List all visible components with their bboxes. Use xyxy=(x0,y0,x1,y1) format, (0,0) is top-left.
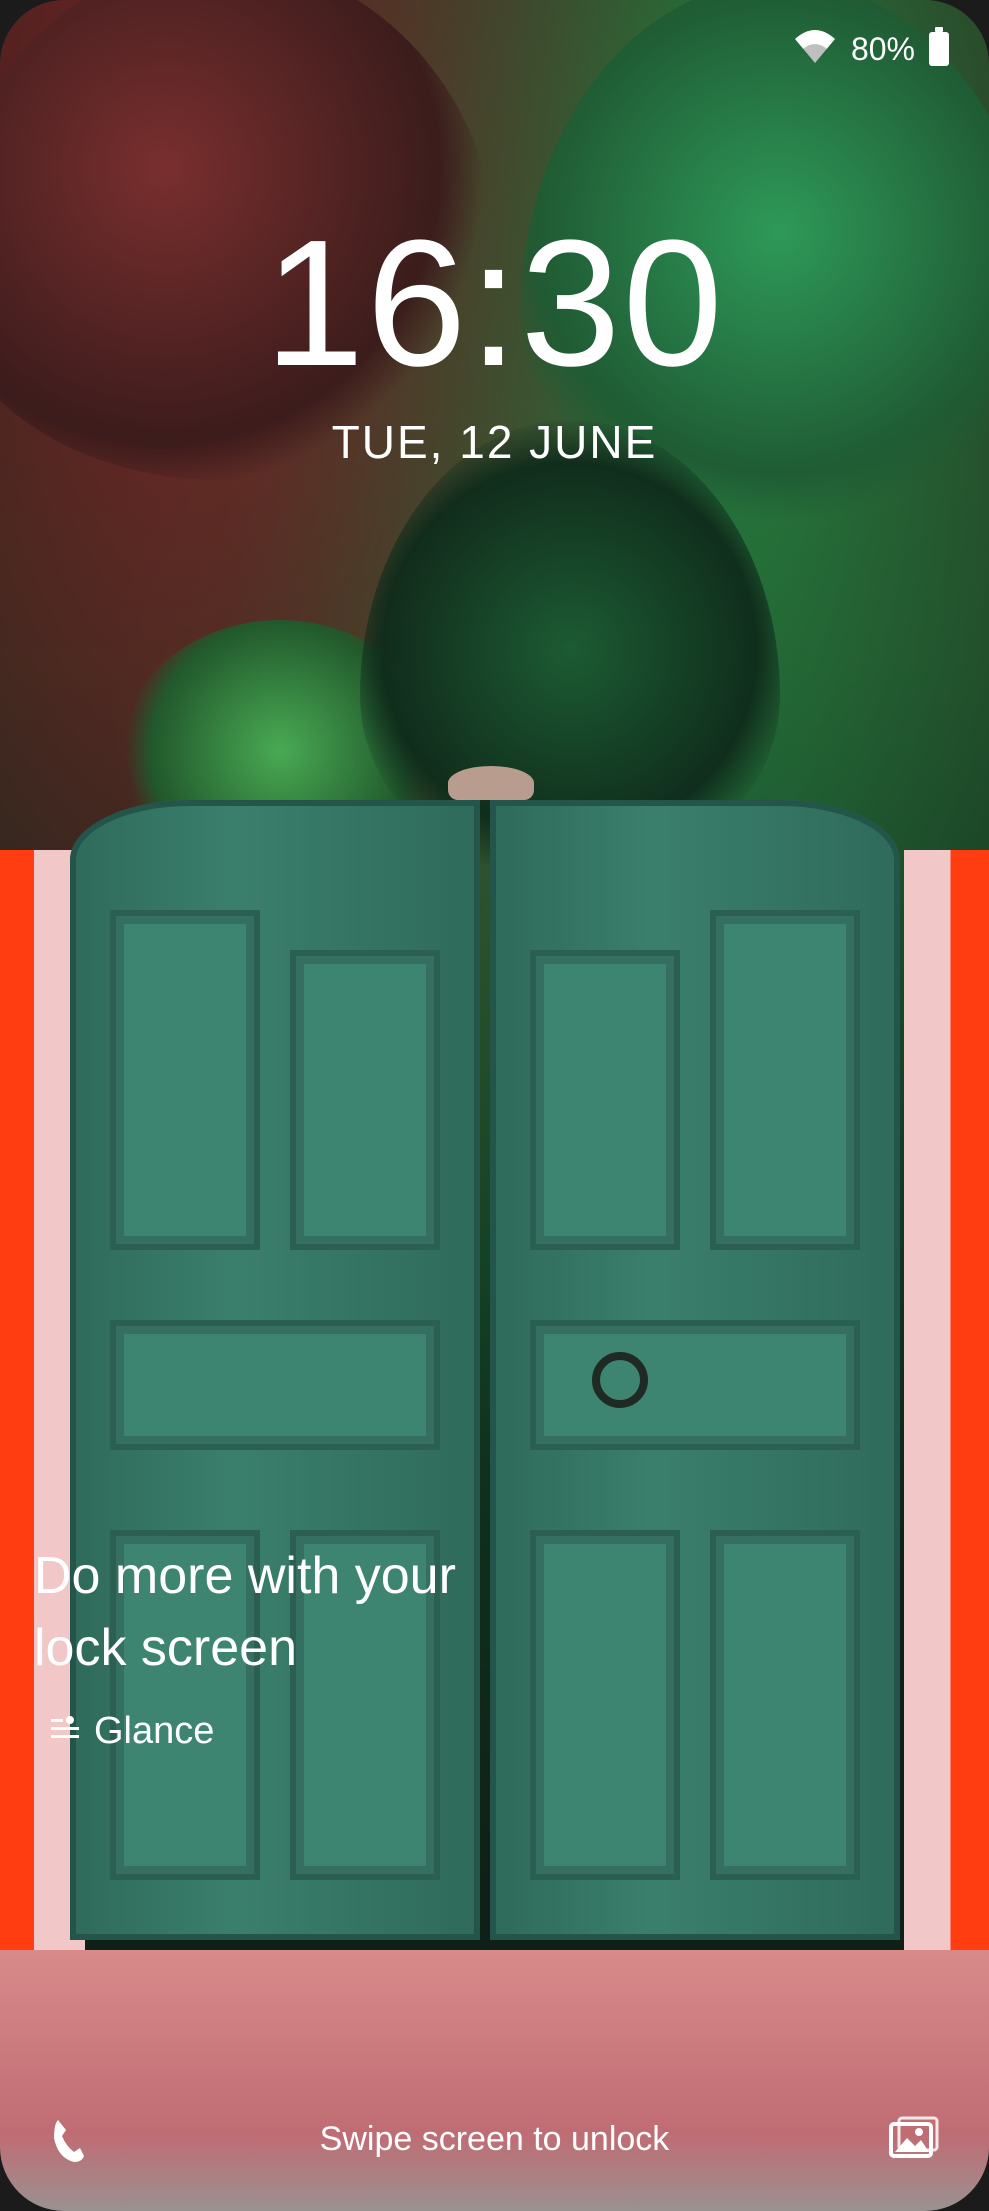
gate-inset xyxy=(110,1320,440,1450)
wifi-icon xyxy=(793,29,837,69)
promo-line-1: Do more with your xyxy=(34,1547,456,1605)
gallery-icon[interactable] xyxy=(889,2116,939,2166)
unlock-hint: Swipe screen to unlock xyxy=(319,2120,670,2158)
gate-inset xyxy=(530,950,680,1250)
right-pillar xyxy=(904,850,989,1970)
lock-time: 16:30 xyxy=(264,203,725,404)
gate-inset xyxy=(290,950,440,1250)
lamp-decoration xyxy=(448,766,534,800)
promo-line-2: lock screen xyxy=(34,1619,297,1677)
lock-screen-promo[interactable]: Do more with your lock screen xyxy=(34,1540,554,1684)
gate-left-door xyxy=(70,800,480,1940)
glance-button[interactable]: Glance xyxy=(48,1710,214,1753)
gate-inset xyxy=(710,1530,860,1880)
battery-icon xyxy=(929,27,949,66)
battery-percentage: 80% xyxy=(850,30,915,67)
glance-label: Glance xyxy=(94,1710,215,1752)
gate-inset xyxy=(110,910,260,1250)
lock-screen[interactable]: 80% 16:30 TUE, 12 JUNE Do more with your… xyxy=(0,0,989,2211)
floor-decoration xyxy=(0,1950,989,2211)
gate-image xyxy=(70,800,900,1940)
status-bar: 80% xyxy=(793,24,949,74)
gate-inset xyxy=(710,910,860,1250)
glance-icon xyxy=(48,1710,84,1753)
door-handle-decoration xyxy=(592,1352,648,1408)
lock-date: TUE, 12 JUNE xyxy=(331,416,658,468)
gate-inset xyxy=(530,1320,860,1450)
gate-right-door xyxy=(490,800,900,1940)
